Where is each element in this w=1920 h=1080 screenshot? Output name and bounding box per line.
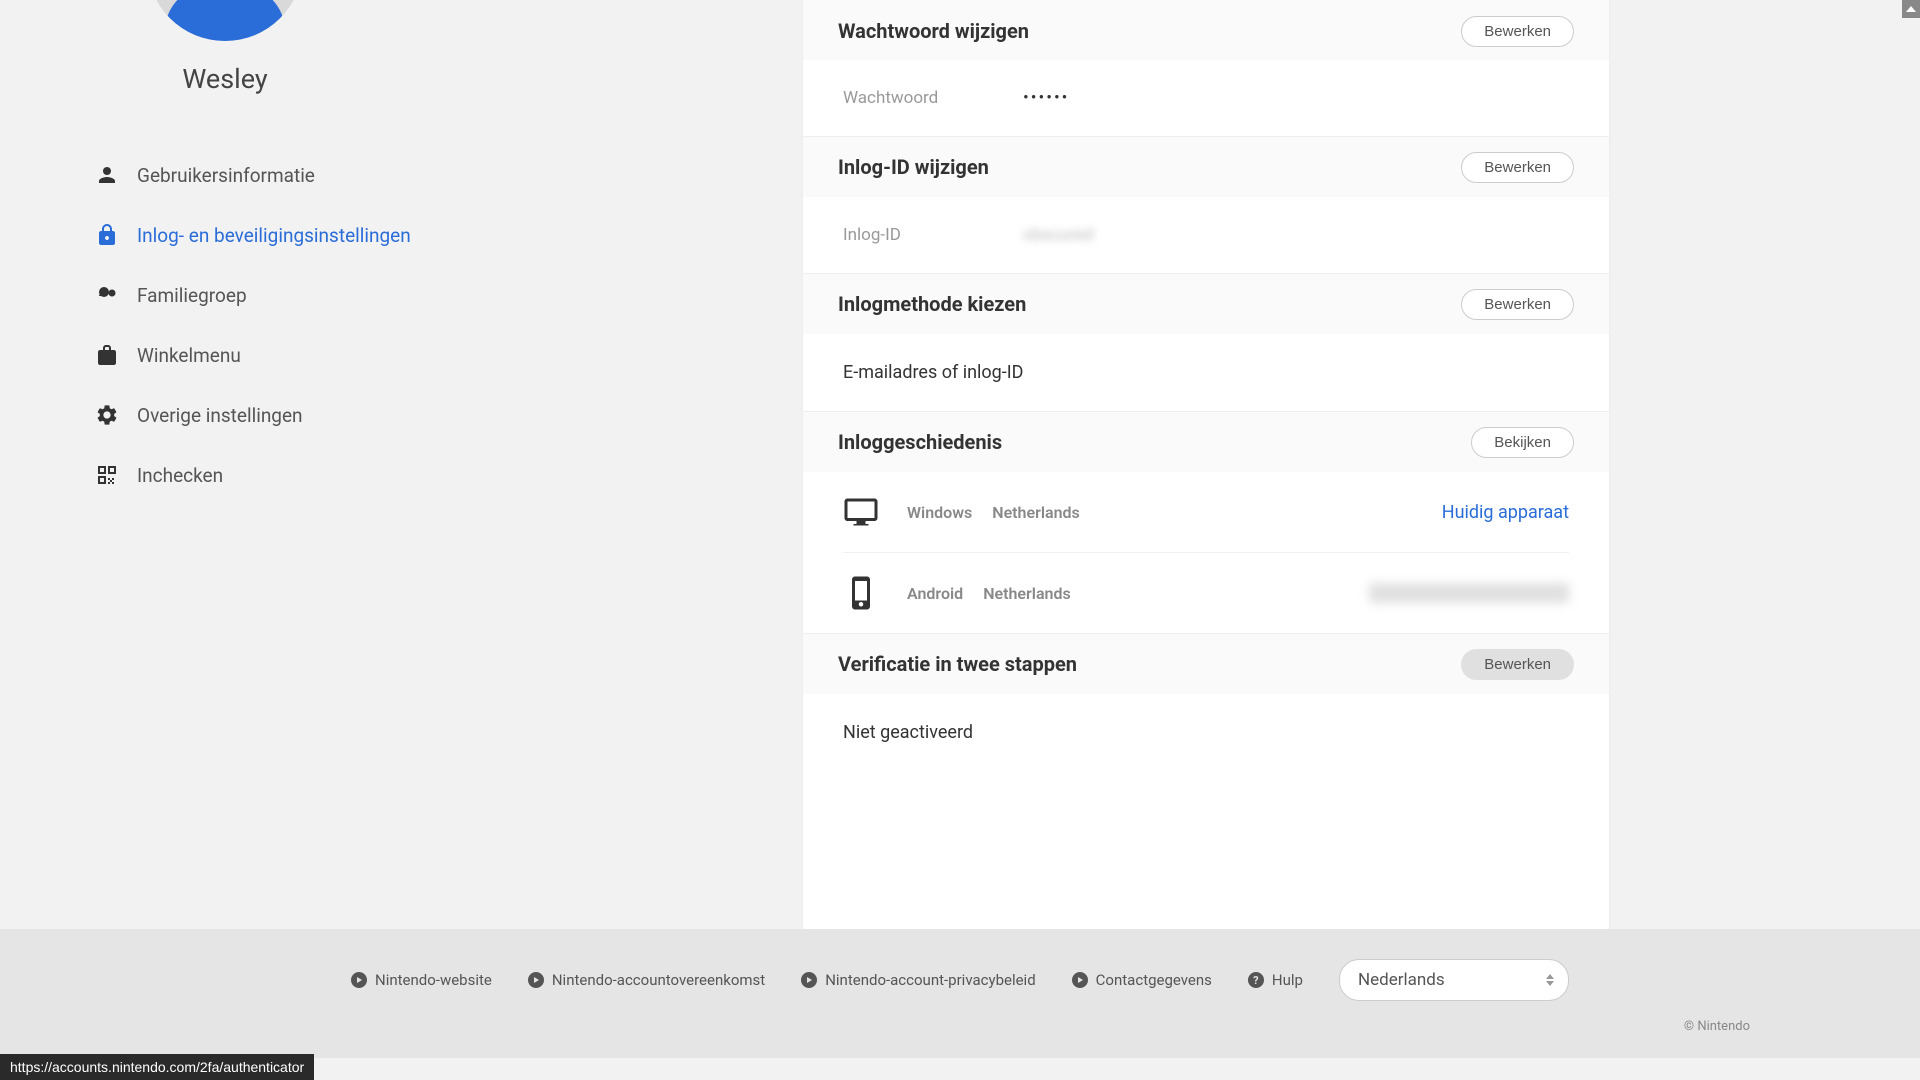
sidebar: Wesley Gebruikersinformatie Inlog- en be… (0, 0, 500, 929)
username: Wesley (182, 63, 267, 95)
language-value: Nederlands (1358, 970, 1445, 990)
view-history-button[interactable]: Bekijken (1471, 427, 1574, 458)
language-select[interactable]: Nederlands (1339, 959, 1569, 1001)
nav-label: Gebruikersinformatie (137, 164, 315, 187)
arrow-icon (801, 972, 817, 988)
edit-password-button[interactable]: Bewerken (1461, 16, 1574, 47)
avatar[interactable] (147, 0, 303, 41)
login-id-value: obscured (1023, 225, 1094, 245)
footer-links: Nintendo-website Nintendo-accountovereen… (351, 959, 1569, 1001)
footer-link-agreement[interactable]: Nintendo-accountovereenkomst (528, 971, 765, 989)
password-value: •••••• (1023, 88, 1069, 108)
family-icon (95, 283, 119, 307)
sidebar-nav: Gebruikersinformatie Inlog- en beveiligi… (95, 145, 515, 505)
section-two-factor: Verificatie in twee stappen Bewerken Nie… (803, 634, 1609, 771)
history-location: Netherlands (992, 503, 1080, 522)
history-row: Android Netherlands (843, 553, 1569, 633)
data-row: Wachtwoord •••••• (843, 78, 1569, 118)
section-header: Inlog-ID wijzigen Bewerken (803, 137, 1609, 197)
section-title: Inloggeschiedenis (838, 430, 1002, 454)
login-method-value: E-mailadres of inlog-ID (843, 362, 1023, 383)
history-info: Android Netherlands (907, 584, 1341, 603)
gear-icon (95, 403, 119, 427)
nav-label: Inlog- en beveiligingsinstellingen (137, 224, 411, 247)
sidebar-item-check-in[interactable]: Inchecken (95, 445, 515, 505)
section-login-method: Inlogmethode kiezen Bewerken E-mailadres… (803, 274, 1609, 412)
password-label: Wachtwoord (843, 88, 1023, 108)
section-title: Verificatie in twee stappen (838, 652, 1077, 676)
history-timestamp (1369, 583, 1569, 603)
sidebar-item-user-info[interactable]: Gebruikersinformatie (95, 145, 515, 205)
person-icon (95, 163, 119, 187)
history-location: Netherlands (983, 584, 1071, 603)
section-header: Verificatie in twee stappen Bewerken (803, 634, 1609, 694)
nav-label: Overige instellingen (137, 404, 303, 427)
data-row: Inlog-ID obscured (843, 215, 1569, 255)
section-title: Inlog-ID wijzigen (838, 155, 989, 179)
data-row: Niet geactiveerd (843, 712, 1569, 753)
nav-label: Winkelmenu (137, 344, 241, 367)
data-row: E-mailadres of inlog-ID (843, 352, 1569, 393)
footer-link-label: Contactgegevens (1096, 971, 1212, 989)
sidebar-item-family-group[interactable]: Familiegroep (95, 265, 515, 325)
edit-login-method-button[interactable]: Bewerken (1461, 289, 1574, 320)
footer-link-label: Nintendo-website (375, 971, 492, 989)
footer-link-label: Nintendo-account-privacybeleid (825, 971, 1035, 989)
section-password: Wachtwoord wijzigen Bewerken Wachtwoord … (803, 0, 1609, 137)
edit-login-id-button[interactable]: Bewerken (1461, 152, 1574, 183)
section-login-id: Inlog-ID wijzigen Bewerken Inlog-ID obsc… (803, 137, 1609, 274)
shop-icon (95, 343, 119, 367)
copyright: © Nintendo (170, 1019, 1750, 1034)
nav-label: Familiegroep (137, 284, 247, 307)
history-row: Windows Netherlands Huidig apparaat (843, 472, 1569, 553)
arrow-icon (1072, 972, 1088, 988)
login-id-label: Inlog-ID (843, 225, 1023, 245)
desktop-icon (843, 494, 879, 530)
arrow-icon (528, 972, 544, 988)
current-device-label: Huidig apparaat (1442, 502, 1569, 523)
footer-link-contact[interactable]: Contactgegevens (1072, 971, 1212, 989)
section-body: Niet geactiveerd (803, 694, 1609, 771)
section-login-history: Inloggeschiedenis Bekijken Windows Nethe… (803, 412, 1609, 634)
help-icon: ? (1248, 972, 1264, 988)
footer: Nintendo-website Nintendo-accountovereen… (0, 929, 1920, 1058)
chevron-updown-icon (1546, 974, 1554, 986)
section-body: E-mailadres of inlog-ID (803, 334, 1609, 411)
section-header: Inloggeschiedenis Bekijken (803, 412, 1609, 472)
footer-link-label: Nintendo-accountovereenkomst (552, 971, 765, 989)
section-title: Wachtwoord wijzigen (838, 19, 1029, 43)
history-os: Windows (907, 503, 972, 522)
footer-link-privacy[interactable]: Nintendo-account-privacybeleid (801, 971, 1035, 989)
history-info: Windows Netherlands (907, 503, 1414, 522)
section-body: Inlog-ID obscured (803, 197, 1609, 273)
qr-icon (95, 463, 119, 487)
section-title: Inlogmethode kiezen (838, 292, 1026, 316)
footer-link-help[interactable]: ? Hulp (1248, 971, 1303, 989)
section-header: Inlogmethode kiezen Bewerken (803, 274, 1609, 334)
browser-status-bar: https://accounts.nintendo.com/2fa/authen… (0, 1054, 314, 1080)
lock-icon (95, 223, 119, 247)
avatar-section: Wesley (75, 0, 375, 95)
nav-label: Inchecken (137, 464, 223, 487)
section-body: Wachtwoord •••••• (803, 60, 1609, 136)
edit-two-factor-button[interactable]: Bewerken (1461, 649, 1574, 680)
section-header: Wachtwoord wijzigen Bewerken (803, 0, 1609, 60)
sidebar-item-other-settings[interactable]: Overige instellingen (95, 385, 515, 445)
two-factor-value: Niet geactiveerd (843, 722, 973, 743)
section-body: Windows Netherlands Huidig apparaat Andr… (803, 472, 1609, 633)
scroll-up-button[interactable] (1902, 0, 1920, 18)
sidebar-item-shop-menu[interactable]: Winkelmenu (95, 325, 515, 385)
footer-link-label: Hulp (1272, 971, 1303, 989)
footer-link-website[interactable]: Nintendo-website (351, 971, 492, 989)
history-os: Android (907, 584, 963, 603)
main-content: Wachtwoord wijzigen Bewerken Wachtwoord … (803, 0, 1609, 929)
mobile-icon (843, 575, 879, 611)
arrow-icon (351, 972, 367, 988)
sidebar-item-login-security[interactable]: Inlog- en beveiligingsinstellingen (95, 205, 515, 265)
